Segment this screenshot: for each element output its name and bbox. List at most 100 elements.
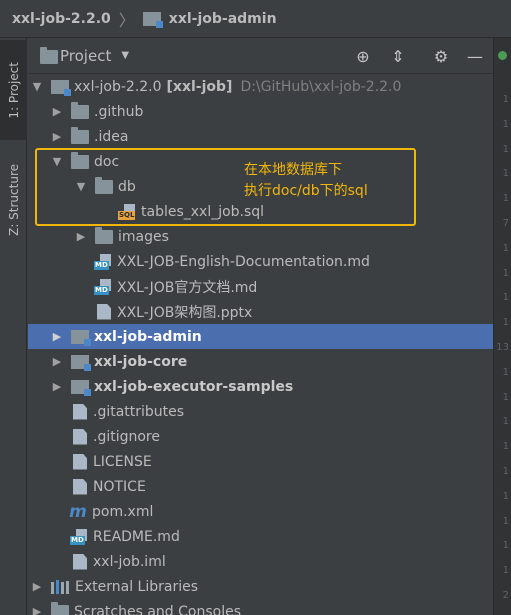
tree-item-label: .gitattributes bbox=[93, 403, 185, 420]
tree-item-label: XXL-JOB架构图.pptx bbox=[117, 304, 253, 321]
libraries-icon bbox=[51, 579, 69, 594]
tree-row-admin-module[interactable]: ▶ xxl-job-admin bbox=[28, 324, 493, 349]
tree-item-label: .idea bbox=[94, 128, 129, 145]
tree-row-pptx[interactable]: XXL-JOB架构图.pptx bbox=[28, 299, 493, 324]
unknown-file-icon bbox=[97, 303, 111, 320]
gutter-line-number: 1 bbox=[502, 490, 509, 502]
root-path: D:\GitHub\xxl-job-2.2.0 bbox=[240, 78, 402, 95]
expanded-arrow-icon[interactable]: ▼ bbox=[30, 80, 44, 93]
tree-row-external-libraries[interactable]: ▶ External Libraries bbox=[28, 574, 493, 599]
gutter-line-number: 1 bbox=[502, 118, 509, 130]
module-icon bbox=[142, 11, 163, 28]
tree-row-images[interactable]: ▶ images bbox=[28, 224, 493, 249]
folder-icon bbox=[71, 101, 89, 119]
collapsed-arrow-icon[interactable]: ▶ bbox=[30, 605, 44, 615]
status-dot-icon bbox=[498, 51, 507, 60]
module-icon bbox=[71, 379, 91, 396]
tree-row-gitignore[interactable]: .gitignore bbox=[28, 424, 493, 449]
collapsed-arrow-icon[interactable]: ▶ bbox=[50, 105, 64, 118]
gutter-line-number: 1 bbox=[502, 94, 509, 105]
project-tab-label: 1: Project bbox=[6, 61, 21, 119]
collapse-all-icon[interactable]: ⇕ bbox=[388, 46, 408, 66]
breadcrumb-root[interactable]: xxl-job-2.2.0 bbox=[12, 11, 111, 27]
tree-row-english-doc[interactable]: MD XXL-JOB-English-Documentation.md bbox=[28, 249, 493, 274]
collapsed-arrow-icon[interactable]: ▶ bbox=[50, 330, 64, 343]
root-module-name: [xxl-job] bbox=[166, 78, 233, 95]
tree-row-notice[interactable]: NOTICE bbox=[28, 474, 493, 499]
gutter-line-number: 1 bbox=[502, 466, 509, 477]
gutter-line-number: 1 bbox=[502, 267, 509, 279]
tree-row-official-doc[interactable]: MD XXL-JOB官方文档.md bbox=[28, 274, 493, 299]
gutter-line-number: 1 bbox=[502, 317, 509, 329]
tool-window-strip: 1: Project Z: Structure bbox=[0, 38, 27, 615]
ignore-file-icon bbox=[73, 428, 87, 445]
maven-icon: m bbox=[69, 501, 87, 522]
collapsed-arrow-icon[interactable]: ▶ bbox=[50, 355, 64, 368]
folder-icon bbox=[71, 126, 89, 144]
tree-item-label: LICENSE bbox=[93, 453, 152, 470]
collapsed-arrow-icon[interactable]: ▶ bbox=[74, 230, 88, 243]
locate-icon[interactable]: ⊕ bbox=[353, 46, 373, 66]
root-name: xxl-job-2.2.0 bbox=[74, 78, 162, 95]
gutter-line-number: 2 bbox=[502, 590, 509, 601]
markdown-file-icon: MD bbox=[70, 528, 87, 545]
gutter-line-number: 1 bbox=[502, 168, 509, 180]
tree-item-label: README.md bbox=[93, 528, 180, 545]
tree-item-label: images bbox=[118, 228, 169, 245]
tree-item-label: xxl-job-admin bbox=[94, 328, 202, 345]
gutter-line-number: 1 bbox=[502, 540, 509, 552]
module-icon bbox=[71, 354, 91, 371]
tree-item-label: Scratches and Consoles bbox=[74, 603, 241, 615]
tree-item-label: pom.xml bbox=[92, 503, 154, 520]
gutter-line-number: 1 bbox=[502, 515, 509, 527]
markdown-file-icon: MD bbox=[94, 278, 111, 295]
tree-row-root[interactable]: ▼ xxl-job-2.2.0 [xxl-job] D:\GitHub\xxl-… bbox=[28, 74, 493, 99]
gutter-line-number: 1 bbox=[502, 391, 509, 403]
annotation-line-1: 在本地数据库下 bbox=[244, 162, 342, 178]
collapsed-arrow-icon[interactable]: ▶ bbox=[50, 130, 64, 143]
chevron-down-icon[interactable]: ▼ bbox=[121, 50, 129, 61]
tree-item-label: xxl-job-executor-samples bbox=[94, 378, 294, 395]
tree-item-label: .github bbox=[94, 103, 144, 120]
breadcrumb-child[interactable]: xxl-job-admin bbox=[169, 11, 277, 27]
tree-row-idea[interactable]: ▶ .idea bbox=[28, 124, 493, 149]
tree-item-label: XXL-JOB-English-Documentation.md bbox=[117, 253, 370, 270]
tree-row-core-module[interactable]: ▶ xxl-job-core bbox=[28, 349, 493, 374]
tree-row-scratches[interactable]: ▶ Scratches and Consoles bbox=[28, 599, 493, 615]
project-view-icon bbox=[40, 47, 58, 64]
tree-row-license[interactable]: LICENSE bbox=[28, 449, 493, 474]
tree-item-label: .gitignore bbox=[93, 428, 160, 445]
structure-tab-label: Z: Structure bbox=[6, 164, 21, 236]
gear-icon[interactable]: ⚙ bbox=[431, 46, 451, 66]
tree-row-executor-module[interactable]: ▶ xxl-job-executor-samples bbox=[28, 374, 493, 399]
hide-icon[interactable]: — bbox=[465, 46, 485, 66]
scratches-icon bbox=[51, 601, 69, 615]
tree-item-label: xxl-job-core bbox=[94, 353, 188, 370]
gutter-line-number: 1 bbox=[502, 143, 509, 155]
file-icon bbox=[73, 403, 87, 420]
tree-row-github[interactable]: ▶ .github bbox=[28, 99, 493, 124]
collapsed-arrow-icon[interactable]: ▶ bbox=[50, 380, 64, 393]
tree-row-iml[interactable]: xxl-job.iml bbox=[28, 549, 493, 574]
gutter-line-number: 13 bbox=[496, 342, 509, 353]
gutter-line-number: 1 bbox=[502, 565, 509, 577]
project-panel-header: Project ▼ ⊕ ⇕ ⚙ — bbox=[28, 38, 493, 74]
module-icon bbox=[51, 79, 71, 96]
tree-row-readme[interactable]: MD README.md bbox=[28, 524, 493, 549]
folder-icon bbox=[95, 226, 113, 244]
annotation-line-2: 执行doc/db下的sql bbox=[244, 183, 368, 199]
breadcrumb-separator-icon: 〉 bbox=[118, 10, 135, 30]
tree-item-label: External Libraries bbox=[75, 578, 198, 595]
gutter-line-number: 1 bbox=[502, 292, 509, 304]
tree-item-label: NOTICE bbox=[93, 478, 146, 495]
gutter-line-number: 1 bbox=[502, 242, 509, 254]
structure-tool-tab[interactable]: Z: Structure bbox=[0, 150, 27, 250]
tree-row-gitattributes[interactable]: .gitattributes bbox=[28, 399, 493, 424]
panel-title[interactable]: Project bbox=[60, 47, 111, 65]
gutter-line-number: 7 bbox=[502, 218, 509, 229]
tree-row-pom[interactable]: m pom.xml bbox=[28, 499, 493, 524]
annotation-note: 在本地数据库下 执行doc/db下的sql bbox=[244, 160, 368, 202]
tree-item-label: xxl-job.iml bbox=[93, 553, 166, 570]
collapsed-arrow-icon[interactable]: ▶ bbox=[30, 580, 44, 593]
project-tool-tab[interactable]: 1: Project bbox=[0, 40, 27, 140]
